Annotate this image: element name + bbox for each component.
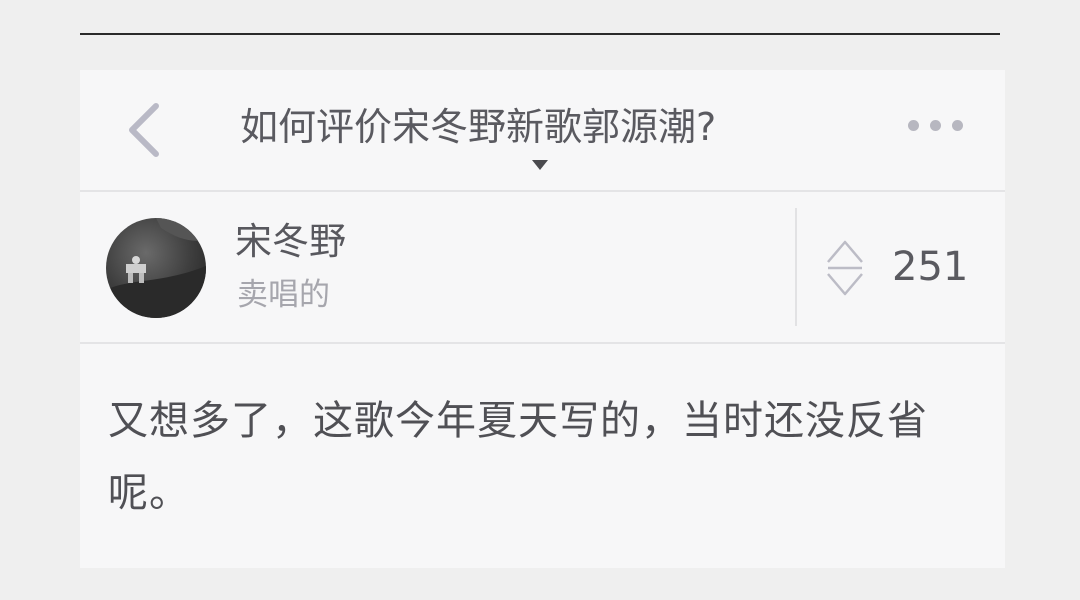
- top-divider-line: [80, 33, 1000, 35]
- chevron-left-icon: [129, 103, 159, 157]
- author-bio: 卖唱的: [237, 277, 330, 313]
- more-dot-icon: [930, 120, 941, 131]
- answer-card: 如何评价宋冬野新歌郭源潮? 宋冬野 卖唱的 251 又想多了，这歌今年夏天写的，…: [80, 70, 1005, 568]
- author-info-row: 宋冬野 卖唱的 251: [80, 192, 1005, 344]
- more-dot-icon: [952, 120, 963, 131]
- answer-text: 又想多了，这歌今年夏天写的，当时还没反省呢。: [108, 398, 928, 516]
- vote-count: 251: [892, 244, 969, 290]
- more-options-button[interactable]: [900, 114, 970, 138]
- more-dot-icon: [908, 120, 919, 131]
- caret-down-icon[interactable]: [532, 160, 548, 170]
- back-button[interactable]: [122, 100, 170, 160]
- navigation-bar: 如何评价宋冬野新歌郭源潮?: [80, 70, 1005, 192]
- question-title[interactable]: 如何评价宋冬野新歌郭源潮?: [240, 104, 840, 150]
- avatar-image: [106, 218, 206, 318]
- up-down-vote-icon: [827, 240, 863, 296]
- vote-button[interactable]: [825, 236, 865, 300]
- author-name[interactable]: 宋冬野: [235, 220, 346, 264]
- vertical-divider: [795, 208, 797, 326]
- author-avatar[interactable]: [106, 218, 206, 318]
